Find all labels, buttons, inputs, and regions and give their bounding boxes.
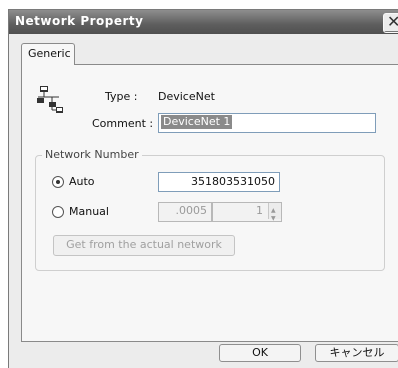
manual-number-value: 1	[256, 204, 263, 217]
get-from-network-button[interactable]: Get from the actual network	[53, 235, 235, 256]
manual-prefix-field: .0005	[158, 202, 212, 222]
comment-input[interactable]: DeviceNet 1	[158, 113, 376, 133]
close-button[interactable]: ✕	[383, 12, 398, 33]
tab-generic[interactable]: Generic	[21, 43, 75, 65]
cancel-button[interactable]: キャンセル	[315, 344, 398, 362]
type-label: Type :	[105, 90, 138, 103]
generic-tab-panel: Type : DeviceNet Comment : DeviceNet 1 N…	[21, 64, 398, 342]
title-bar[interactable]: Network Property ✕	[9, 10, 398, 34]
network-property-dialog: Network Property ✕ Generic Type : Device…	[8, 9, 398, 368]
auto-network-number-field[interactable]: 351803531050	[158, 172, 280, 192]
tab-generic-label: Generic	[28, 47, 71, 60]
spin-down-icon: ▼	[271, 215, 276, 222]
network-number-group: Network Number Auto 351803531050 Manual …	[35, 148, 385, 271]
auto-radio-label[interactable]: Auto	[69, 175, 95, 188]
comment-label: Comment :	[92, 117, 154, 130]
ok-button[interactable]: OK	[219, 344, 301, 362]
type-value: DeviceNet	[158, 90, 215, 103]
manual-number-spinner: ▲ ▼	[268, 203, 281, 222]
auto-radio[interactable]	[52, 176, 64, 188]
auto-radio-dot	[56, 180, 60, 184]
dialog-title: Network Property	[15, 14, 144, 28]
network-tree-icon	[37, 86, 63, 113]
manual-number-field: 1 ▲ ▼	[212, 202, 282, 222]
network-number-group-label: Network Number	[42, 148, 142, 161]
manual-radio[interactable]	[52, 206, 64, 218]
close-icon: ✕	[387, 12, 398, 31]
comment-input-value: DeviceNet 1	[161, 115, 233, 129]
manual-radio-label[interactable]: Manual	[69, 205, 109, 218]
